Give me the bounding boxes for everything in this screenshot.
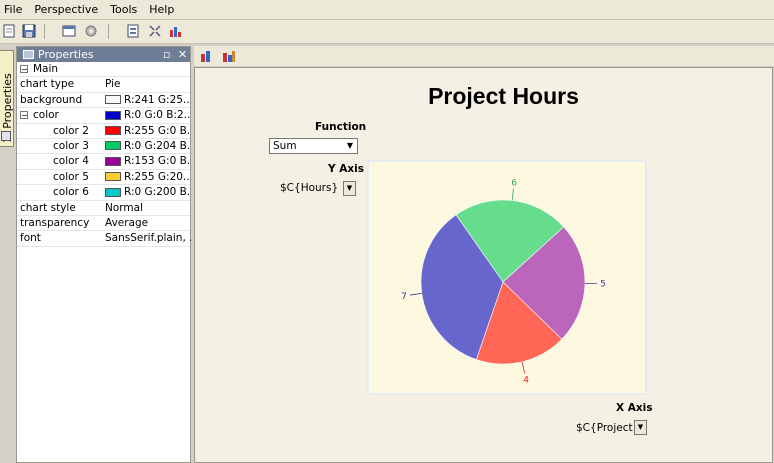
bar-chart-icon[interactable] [169,24,183,38]
bar-chart-icon[interactable] [200,49,214,63]
properties-panel: Properties ▫ ✕ − Main chart type Pie backg… [16,46,191,463]
function-select[interactable]: Sum ▼ [269,138,358,154]
menu-bar: File Perspective Tools Help [0,0,774,20]
new-file-icon[interactable] [2,24,16,38]
prop-row-color-4[interactable]: color 4 R:153 G:0 B... [17,154,191,170]
chart-export-icon[interactable] [222,49,236,63]
prop-key: color 6 [53,186,89,199]
color-swatch[interactable] [105,172,121,182]
chart-toolbar [194,46,774,66]
prop-row-font[interactable]: font SansSerif.plain, ... [17,231,191,247]
prop-value[interactable]: Pie [105,77,191,91]
prop-value[interactable]: R:255 G:0 B... [124,125,191,137]
function-label: Function [315,121,367,133]
pie-label-line [409,293,422,296]
color-swatch[interactable] [105,126,121,136]
pie-label-line [521,361,526,374]
gear-icon[interactable] [84,24,98,38]
prop-key: color 4 [53,155,89,168]
window-icon[interactable] [62,24,76,38]
prop-key: transparency [20,216,90,229]
prop-value[interactable]: R:0 G:0 B:2... [124,109,191,121]
prop-row-color[interactable]: − color R:0 G:0 B:2... [17,108,191,124]
properties-side-tab[interactable]: 1: Properties [0,50,14,147]
save-icon[interactable] [22,24,36,38]
prop-row-background[interactable]: background R:241 G:25... [17,93,191,109]
x-axis-field: $C{Project} [576,422,640,434]
menu-file[interactable]: File [0,3,30,16]
prop-key: background [20,93,83,106]
color-swatch[interactable] [105,187,121,197]
properties-icon [23,50,34,59]
y-axis-dropdown-button[interactable]: ▼ [343,181,356,196]
menu-help[interactable]: Help [145,3,182,16]
x-axis-dropdown-button[interactable]: ▼ [634,420,647,435]
prop-value[interactable]: R:241 G:25... [124,94,191,106]
prop-row-transparency[interactable]: transparency Average [17,216,191,232]
maximize-icon[interactable] [148,24,162,38]
collapse-icon[interactable]: − [20,65,28,74]
pie-data-label: 4 [523,375,529,385]
prop-value[interactable]: Average [105,216,191,230]
prop-value[interactable]: R:255 G:20... [124,171,191,183]
y-axis-field: $C{Hours} [280,182,339,194]
prop-value[interactable]: R:0 G:204 B... [124,140,191,152]
function-value: Sum [273,140,297,152]
chart-title: Project Hours [428,83,579,109]
pie-chart: 6 5 4 7 [401,179,606,386]
chart-area: 6 5 4 7 [367,160,647,395]
prop-value[interactable]: R:153 G:0 B... [124,155,191,167]
pie-data-label: 5 [600,280,606,290]
restore-icon[interactable]: ▫ [163,48,170,61]
prop-row-color-2[interactable]: color 2 R:255 G:0 B... [17,124,191,139]
pie-data-label: 6 [511,179,517,189]
properties-title: Properties [38,48,94,61]
document-icon[interactable] [126,24,140,38]
prop-row-color-6[interactable]: color 6 R:0 G:200 B... [17,185,191,201]
prop-row-chart-type[interactable]: chart type Pie [17,77,191,93]
prop-key: chart style [20,201,76,214]
main-toolbar [0,20,774,44]
prop-key: color 3 [53,139,89,152]
prop-key: chart type [20,78,75,91]
color-swatch[interactable] [105,110,121,120]
prop-value[interactable]: R:0 G:200 B... [124,186,191,198]
color-swatch[interactable] [105,156,121,166]
prop-key: font [20,232,41,245]
pie-label-line [511,188,514,201]
properties-tab-icon [1,131,11,141]
prop-value[interactable]: SansSerif.plain, ... [105,231,191,245]
chart-panel: Project Hours Function Sum ▼ Y Axis $C{H… [194,67,773,463]
prop-value[interactable]: Normal [105,201,191,215]
x-axis-label: X Axis [616,402,653,414]
prop-key: color 5 [53,170,89,183]
prop-row-color-3[interactable]: color 3 R:0 G:204 B... [17,139,191,155]
color-swatch[interactable] [105,95,121,105]
pie-data-label: 7 [401,292,407,302]
prop-key: color [33,109,59,122]
prop-row-chart-style[interactable]: chart style Normal [17,201,190,216]
chevron-down-icon: ▼ [346,141,354,150]
group-main-label: Main [33,63,59,75]
menu-tools[interactable]: Tools [106,3,145,16]
prop-row-color-5[interactable]: color 5 R:255 G:20... [17,170,191,186]
y-axis-label: Y Axis [328,163,365,175]
collapse-icon[interactable]: − [20,111,28,120]
close-icon[interactable]: ✕ [178,48,187,61]
group-main[interactable]: − Main [17,62,190,78]
properties-title-bar: Properties ▫ ✕ [17,47,190,62]
menu-perspective[interactable]: Perspective [30,3,106,16]
color-swatch[interactable] [105,141,121,151]
prop-key: color 2 [53,124,89,137]
